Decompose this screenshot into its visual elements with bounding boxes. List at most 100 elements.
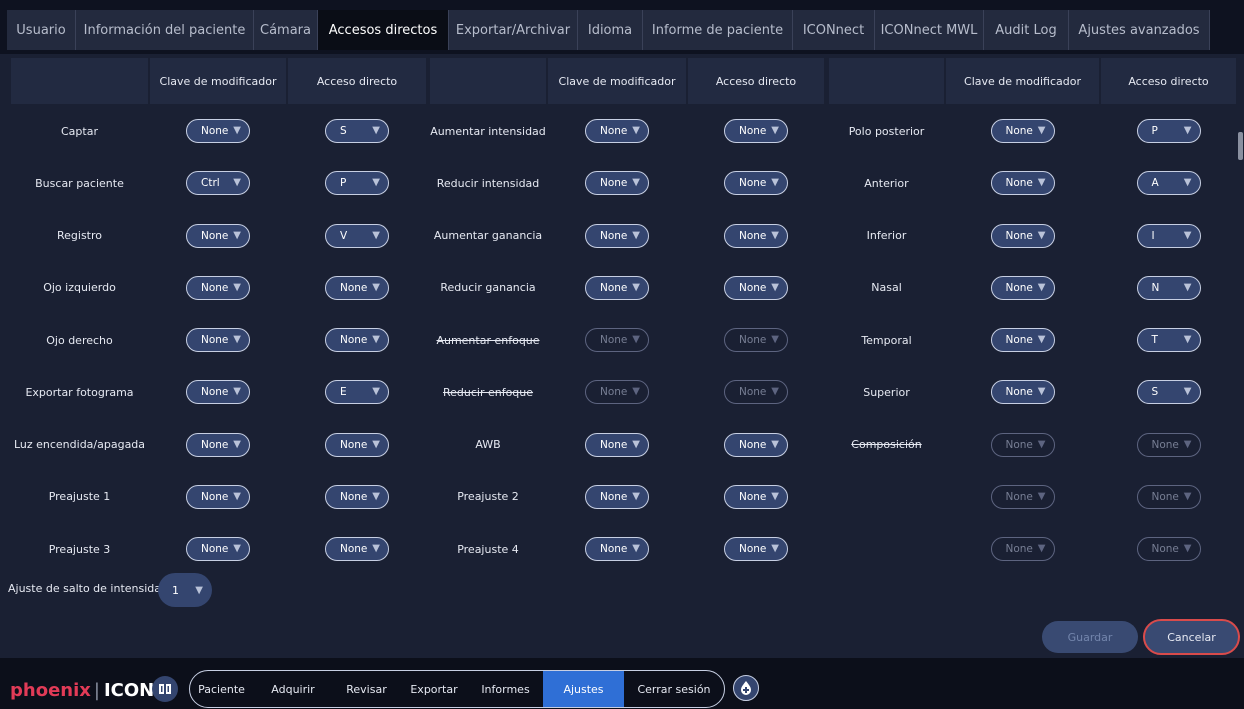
modifier-dropdown[interactable]: Ctrl ▼ bbox=[186, 171, 250, 196]
modifier-dropdown[interactable]: None ▼ bbox=[990, 171, 1055, 196]
shortcut-key-dropdown[interactable]: P ▼ bbox=[325, 171, 389, 196]
modifier-dropdown: None ▼ bbox=[990, 432, 1055, 457]
shortcut-key-dropdown[interactable]: E ▼ bbox=[325, 380, 389, 405]
shortcut-key-dropdown[interactable]: None ▼ bbox=[724, 119, 788, 144]
dropdown-arrow-icon: ▼ bbox=[1037, 490, 1046, 502]
nav-revisar[interactable]: Revisar bbox=[333, 671, 400, 707]
modifier-dropdown[interactable]: None ▼ bbox=[990, 328, 1055, 353]
phoenix-icon-logo: phoenix | ICON bbox=[10, 680, 154, 701]
modifier-dropdown[interactable]: None ▼ bbox=[585, 432, 649, 457]
dropdown-arrow-icon: ▼ bbox=[1183, 438, 1192, 450]
shortcut-key-dropdown[interactable]: None ▼ bbox=[724, 223, 788, 248]
shortcut-action-label: Polo posterior bbox=[848, 124, 925, 138]
modifier-dropdown[interactable]: None ▼ bbox=[990, 380, 1055, 405]
shortcut-key-dropdown[interactable]: I ▼ bbox=[1136, 223, 1201, 248]
cancel-button[interactable]: Cancelar bbox=[1143, 619, 1240, 655]
shortcut-cell: None ▼ bbox=[688, 315, 824, 366]
shortcut-row-label-cell bbox=[829, 471, 944, 522]
modifier-dropdown[interactable]: None ▼ bbox=[186, 223, 250, 248]
shortcut-action-label: Inferior bbox=[866, 229, 907, 243]
nav-paciente[interactable]: Paciente bbox=[190, 671, 253, 707]
dropdown-arrow-icon: ▼ bbox=[1183, 334, 1192, 346]
shortcut-key-dropdown[interactable]: S ▼ bbox=[1136, 380, 1201, 405]
shortcut-key-dropdown[interactable]: V ▼ bbox=[325, 223, 389, 248]
modifier-dropdown[interactable]: None ▼ bbox=[585, 171, 649, 196]
shortcut-key-dropdown[interactable]: A ▼ bbox=[1136, 171, 1201, 196]
modifier-dropdown: None ▼ bbox=[990, 537, 1055, 562]
shortcut-key-dropdown[interactable]: None ▼ bbox=[724, 275, 788, 300]
shortcut-key-dropdown[interactable]: None ▼ bbox=[325, 484, 389, 509]
shortcut-cell: P ▼ bbox=[1101, 106, 1236, 157]
tab-8[interactable]: ICONnect bbox=[793, 10, 875, 50]
shortcut-key-dropdown[interactable]: None ▼ bbox=[724, 432, 788, 457]
nav-cerrar-sesion[interactable]: Cerrar sesión bbox=[624, 671, 724, 707]
tab-5[interactable]: Exportar/Archivar bbox=[449, 10, 578, 50]
shortcut-key-dropdown[interactable]: S ▼ bbox=[325, 119, 389, 144]
shortcut-key-dropdown[interactable]: None ▼ bbox=[325, 432, 389, 457]
tab-1[interactable]: Usuario bbox=[7, 10, 76, 50]
shortcut-cell: None ▼ bbox=[688, 471, 824, 522]
shortcut-action-label: Preajuste 1 bbox=[48, 490, 111, 504]
modifier-cell: None ▼ bbox=[946, 524, 1099, 575]
dropdown-arrow-icon: ▼ bbox=[632, 125, 640, 137]
tab-11[interactable]: Ajustes avanzados bbox=[1069, 10, 1210, 50]
modifier-dropdown[interactable]: None ▼ bbox=[186, 432, 250, 457]
header-shortcut: Acceso directo bbox=[288, 58, 426, 104]
add-icon[interactable] bbox=[733, 675, 759, 701]
shortcut-key-dropdown[interactable]: None ▼ bbox=[724, 484, 788, 509]
shortcut-key-dropdown[interactable]: None ▼ bbox=[724, 537, 788, 562]
modifier-dropdown[interactable]: None ▼ bbox=[186, 328, 250, 353]
tab-4[interactable]: Accesos directos bbox=[318, 10, 449, 50]
modifier-dropdown[interactable]: None ▼ bbox=[186, 484, 250, 509]
shortcut-key-value: None bbox=[739, 490, 767, 503]
modifier-dropdown[interactable]: None ▼ bbox=[585, 119, 649, 144]
modifier-dropdown[interactable]: None ▼ bbox=[186, 119, 250, 144]
shortcut-key-value: T bbox=[1151, 334, 1158, 347]
logo-product: ICON bbox=[103, 680, 155, 701]
modifier-dropdown[interactable]: None ▼ bbox=[585, 275, 649, 300]
modifier-dropdown[interactable]: None ▼ bbox=[585, 537, 649, 562]
shortcut-cell: None ▼ bbox=[688, 210, 824, 261]
shortcut-row-label-cell: Reducir intensidad bbox=[430, 158, 546, 209]
nav-adquirir[interactable]: Adquirir bbox=[253, 671, 333, 707]
save-button[interactable]: Guardar bbox=[1042, 621, 1138, 653]
nav-exportar[interactable]: Exportar bbox=[400, 671, 468, 707]
shortcut-key-dropdown[interactable]: None ▼ bbox=[325, 328, 389, 353]
tab-2[interactable]: Información del paciente bbox=[76, 10, 254, 50]
modifier-dropdown[interactable]: None ▼ bbox=[186, 537, 250, 562]
modifier-dropdown[interactable]: None ▼ bbox=[186, 275, 250, 300]
dropdown-arrow-icon: ▼ bbox=[771, 177, 779, 189]
tab-9[interactable]: ICONnect MWL bbox=[875, 10, 984, 50]
shortcut-action-label: Reducir intensidad bbox=[436, 176, 540, 190]
nav-informes[interactable]: Informes bbox=[468, 671, 543, 707]
shortcut-key-dropdown[interactable]: None ▼ bbox=[724, 171, 788, 196]
nav-ajustes[interactable]: Ajustes bbox=[543, 671, 624, 707]
shortcut-key-value: A bbox=[1151, 177, 1159, 190]
shortcut-key-dropdown: None ▼ bbox=[1136, 432, 1201, 457]
modifier-dropdown[interactable]: None ▼ bbox=[990, 275, 1055, 300]
modifier-dropdown[interactable]: None ▼ bbox=[990, 223, 1055, 248]
shortcut-key-dropdown[interactable]: None ▼ bbox=[325, 537, 389, 562]
shortcut-key-dropdown[interactable]: N ▼ bbox=[1136, 275, 1201, 300]
modifier-dropdown[interactable]: None ▼ bbox=[585, 223, 649, 248]
book-icon[interactable] bbox=[152, 676, 178, 702]
modifier-dropdown[interactable]: None ▼ bbox=[990, 119, 1055, 144]
tab-7[interactable]: Informe de paciente bbox=[643, 10, 793, 50]
dropdown-arrow-icon: ▼ bbox=[372, 438, 380, 450]
shortcut-cell: None ▼ bbox=[688, 262, 824, 313]
tab-3[interactable]: Cámara bbox=[254, 10, 318, 50]
tab-6[interactable]: Idioma bbox=[578, 10, 643, 50]
modifier-dropdown[interactable]: None ▼ bbox=[585, 484, 649, 509]
scrollbar[interactable] bbox=[1238, 132, 1243, 160]
shortcut-key-value: N bbox=[1151, 281, 1160, 294]
modifier-cell: None ▼ bbox=[548, 367, 686, 418]
shortcut-key-dropdown[interactable]: None ▼ bbox=[325, 275, 389, 300]
shortcut-key-dropdown[interactable]: P ▼ bbox=[1136, 119, 1201, 144]
modifier-dropdown[interactable]: None ▼ bbox=[186, 380, 250, 405]
tab-10[interactable]: Audit Log bbox=[984, 10, 1069, 50]
intensity-step-dropdown[interactable]: 1 ▼ bbox=[158, 573, 212, 607]
modifier-value: None bbox=[1005, 490, 1033, 503]
dropdown-arrow-icon: ▼ bbox=[1037, 281, 1046, 293]
shortcut-cell: None ▼ bbox=[288, 471, 426, 522]
shortcut-key-dropdown[interactable]: T ▼ bbox=[1136, 328, 1201, 353]
